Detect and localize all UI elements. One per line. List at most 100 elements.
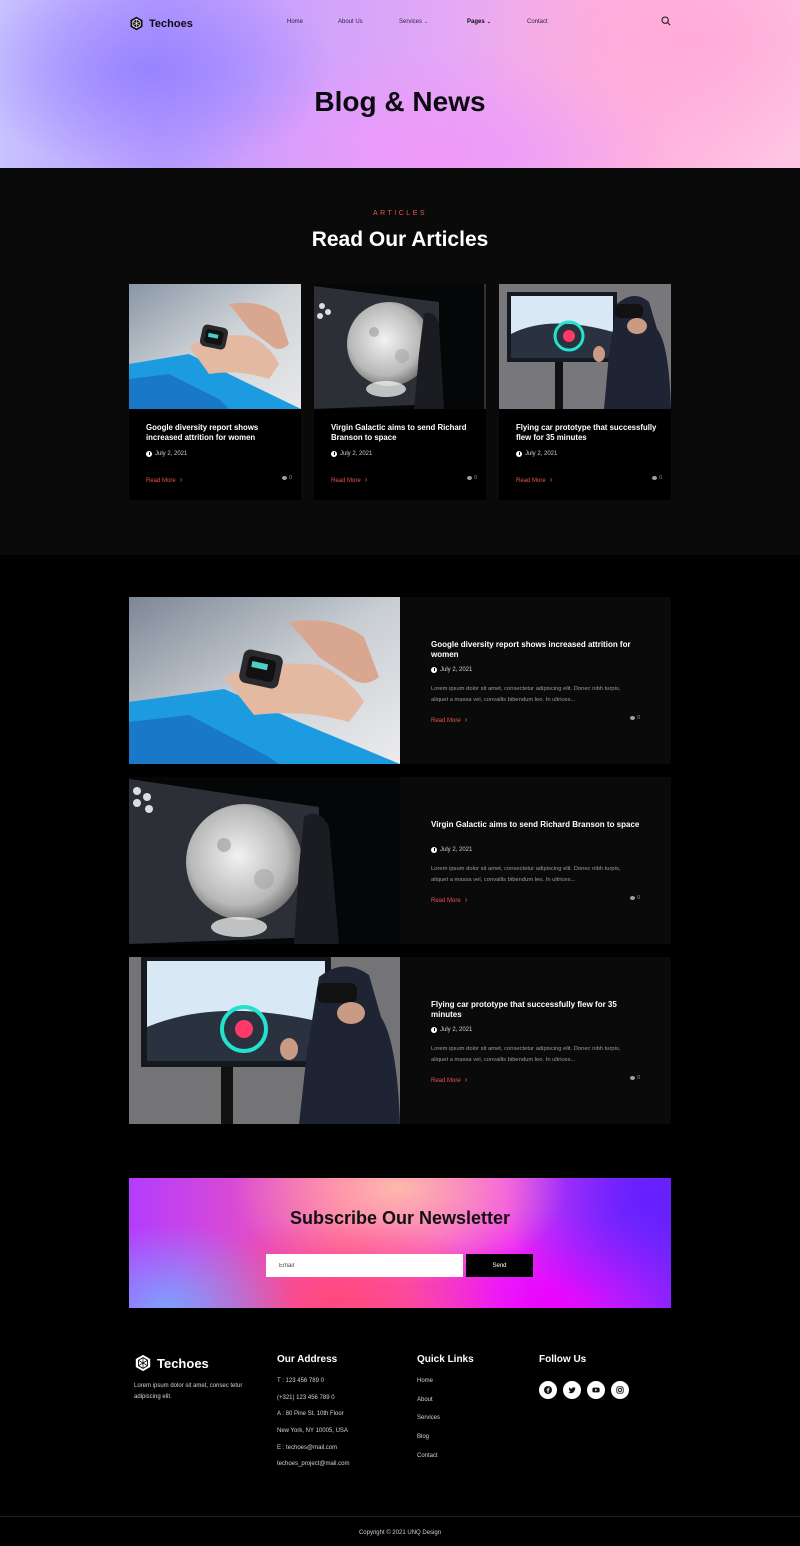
article-image-moon-screen[interactable] (314, 284, 486, 409)
read-more-link[interactable]: Read More › (146, 475, 182, 484)
article-image-vr[interactable] (499, 284, 671, 409)
clock-icon (431, 1027, 437, 1033)
read-more-link[interactable]: Read More › (431, 895, 467, 904)
read-more-label: Read More (431, 1078, 461, 1084)
section-title: Read Our Articles (311, 228, 489, 251)
clock-icon (431, 847, 437, 853)
copyright-bar: Copyright © 2021 UNQ Design (0, 1516, 800, 1546)
brand-name: Techoes (149, 17, 193, 30)
chevron-right-icon: › (179, 475, 183, 484)
post-image-moon-screen[interactable] (129, 777, 400, 944)
address-email[interactable]: E : techoes@mail.com (277, 1445, 349, 1462)
footer-link-blog[interactable]: Blog (417, 1434, 440, 1453)
footer-brand-name: Techoes (157, 1355, 209, 1371)
comment-count: 0 (652, 475, 662, 481)
chevron-right-icon: › (549, 475, 553, 484)
footer-about: Lorem ipsum dolor sit amet, consec tetur… (134, 1383, 243, 1400)
search-icon[interactable] (661, 16, 671, 26)
comment-icon (282, 476, 288, 480)
comment-icon (630, 1076, 636, 1080)
send-button[interactable]: Send (466, 1254, 533, 1277)
clock-icon (331, 451, 337, 457)
footer-link-home[interactable]: Home (417, 1378, 440, 1397)
read-more-label: Read More (331, 478, 361, 484)
read-more-link[interactable]: Read More › (431, 715, 467, 724)
article-card[interactable]: Flying car prototype that successfully f… (499, 284, 671, 500)
card-title[interactable]: Flying car prototype that successfully f… (516, 423, 661, 443)
read-more-link[interactable]: Read More › (516, 475, 552, 484)
newsletter-title: Subscribe Our Newsletter (289, 1208, 511, 1228)
post-excerpt: Lorem ipsum dolor sit amet, consectetur … (431, 866, 621, 883)
card-title[interactable]: Virgin Galactic aims to send Richard Bra… (331, 423, 476, 443)
footer-link-services[interactable]: Services (417, 1415, 440, 1434)
post-title[interactable]: Google diversity report shows increased … (431, 640, 645, 660)
hero-banner: Techoes Home About Us Services ⌄ Pages ⌄ C… (0, 0, 800, 168)
email-field[interactable] (266, 1254, 463, 1277)
comment-count-text: 0 (659, 475, 662, 481)
post-title[interactable]: Flying car prototype that successfully f… (431, 1000, 645, 1020)
twitter-icon[interactable] (563, 1381, 581, 1399)
address-heading: Our Address (277, 1354, 338, 1365)
address-street: A : 80 Pine St. 10th Floor (277, 1411, 344, 1418)
card-date-text: July 2, 2021 (340, 451, 373, 457)
address-phone-alt: (+321) 123 456 789 0 (277, 1394, 335, 1401)
quick-links-heading: Quick Links (417, 1354, 474, 1365)
chevron-right-icon: › (364, 475, 368, 484)
address-email-alt[interactable]: techoes_project@mail.com (277, 1461, 349, 1478)
clock-icon (431, 667, 437, 673)
footer-link-about[interactable]: About (417, 1397, 440, 1416)
nav-contact[interactable]: Contact (527, 19, 548, 25)
article-card[interactable]: Virgin Galactic aims to send Richard Bra… (314, 284, 486, 500)
post-date: July 2, 2021 (431, 667, 472, 673)
post-excerpt: Lorem ipsum dolor sit amet, consectetur … (431, 686, 621, 703)
address-city: New York, NY 10005, USA (277, 1428, 348, 1435)
read-more-label: Read More (146, 478, 176, 484)
post-list-item[interactable]: Google diversity report shows increased … (129, 597, 671, 764)
post-date: July 2, 2021 (431, 1027, 472, 1033)
page-title: Blog & News (314, 86, 486, 117)
quick-links-list: Home About Services Blog Contact (417, 1378, 440, 1471)
card-title[interactable]: Google diversity report shows increased … (146, 423, 291, 443)
footer-logo[interactable]: Techoes (134, 1354, 209, 1372)
post-excerpt: Lorem ipsum dolor sit amet, consectetur … (431, 1046, 621, 1063)
post-date: July 2, 2021 (431, 847, 472, 853)
post-list-item[interactable]: Virgin Galactic aims to send Richard Bra… (129, 777, 671, 944)
facebook-icon[interactable] (539, 1381, 557, 1399)
chevron-down-icon: ⌄ (486, 19, 491, 25)
article-card[interactable]: Google diversity report shows increased … (129, 284, 301, 500)
read-more-label: Read More (516, 478, 546, 484)
post-title[interactable]: Virgin Galactic aims to send Richard Bra… (431, 820, 645, 830)
chevron-right-icon: › (464, 715, 468, 724)
post-list-item[interactable]: Flying car prototype that successfully f… (129, 957, 671, 1124)
card-date-text: July 2, 2021 (155, 451, 188, 457)
instagram-icon[interactable] (611, 1381, 629, 1399)
nav-about-us[interactable]: About Us (338, 19, 363, 25)
copyright-text: Copyright © 2021 UNQ Design (358, 1530, 442, 1536)
read-more-link[interactable]: Read More › (431, 1075, 467, 1084)
chevron-down-icon: ⌄ (424, 19, 429, 25)
nav-services[interactable]: Services ⌄ (399, 19, 428, 25)
chevron-right-icon: › (464, 1075, 468, 1084)
post-image-vr[interactable] (129, 957, 400, 1124)
comment-count-text: 0 (289, 475, 292, 481)
nav-home[interactable]: Home (287, 19, 303, 25)
nav-pages[interactable]: Pages ⌄ (467, 19, 491, 25)
brand-logo[interactable]: Techoes (129, 16, 193, 31)
chevron-right-icon: › (464, 895, 468, 904)
articles-section: ARTICLES Read Our Articles Google divers… (0, 168, 800, 555)
comment-count-text: 0 (637, 1075, 640, 1081)
newsletter-banner: Subscribe Our Newsletter Send (129, 1178, 671, 1308)
article-image-smartwatch[interactable] (129, 284, 301, 409)
address-phone: T : 123 456 789 0 (277, 1378, 324, 1384)
post-image-smartwatch[interactable] (129, 597, 400, 764)
footer-link-contact[interactable]: Contact (417, 1453, 440, 1472)
comment-count: 0 (467, 475, 477, 481)
comment-count-text: 0 (474, 475, 477, 481)
social-links (539, 1381, 629, 1399)
read-more-label: Read More (431, 898, 461, 904)
youtube-icon[interactable] (587, 1381, 605, 1399)
read-more-label: Read More (431, 718, 461, 724)
read-more-link[interactable]: Read More › (331, 475, 367, 484)
card-date: July 2, 2021 (331, 451, 372, 457)
card-date: July 2, 2021 (516, 451, 557, 457)
